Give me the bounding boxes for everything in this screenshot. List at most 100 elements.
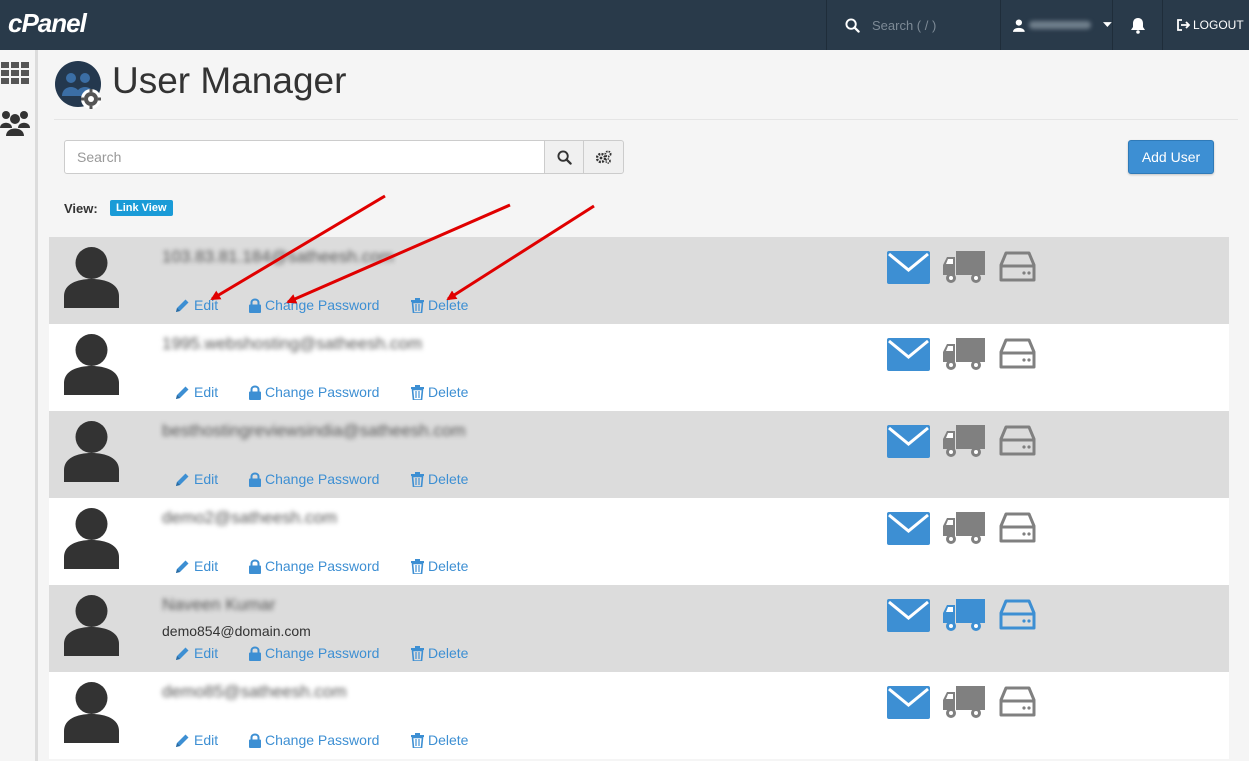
truck-icon <box>943 425 985 463</box>
email-service[interactable] <box>887 338 943 374</box>
user-search-input[interactable] <box>64 140 545 174</box>
ftp-service[interactable] <box>943 599 999 635</box>
edit-link[interactable]: Edit <box>175 471 249 487</box>
change-password-link[interactable]: Change Password <box>249 732 411 748</box>
trash-icon <box>411 384 424 400</box>
user-manager-icon <box>54 60 104 110</box>
logout-label: LOGOUT <box>1193 18 1244 32</box>
lock-icon <box>249 385 261 400</box>
email-service[interactable] <box>887 512 943 548</box>
trash-icon <box>411 558 424 574</box>
search-settings-button[interactable] <box>583 140 624 174</box>
user-actions: Edit Change Password Delete <box>175 384 468 400</box>
change-password-link[interactable]: Change Password <box>249 645 411 661</box>
lock-icon <box>249 559 261 574</box>
bell-icon <box>1130 17 1145 34</box>
delete-link[interactable]: Delete <box>411 384 468 400</box>
user-name: 103.83.81.184@satheesh.com <box>162 247 394 266</box>
web-disk-service[interactable] <box>999 338 1055 374</box>
truck-icon <box>943 338 985 376</box>
email-service[interactable] <box>887 686 943 722</box>
user-services <box>887 686 1055 722</box>
user-actions: Edit Change Password Delete <box>175 297 468 313</box>
caret-down-icon <box>1103 22 1112 27</box>
avatar <box>63 594 120 656</box>
user-services <box>887 251 1055 287</box>
user-name: Naveen Kumar <box>162 595 276 614</box>
drive-icon <box>999 251 1036 287</box>
global-search[interactable]: Search ( / ) <box>826 0 1000 50</box>
change-password-label: Change Password <box>265 645 380 661</box>
delete-link[interactable]: Delete <box>411 558 468 574</box>
edit-label: Edit <box>194 645 219 661</box>
user-row: besthostingreviewsindia@satheesh.com Edit… <box>49 411 1229 498</box>
cpanel-logo[interactable]: cPanel <box>8 8 87 39</box>
delete-link[interactable]: Delete <box>411 297 468 313</box>
ftp-service[interactable] <box>943 251 999 287</box>
edit-link[interactable]: Edit <box>175 297 249 313</box>
email-service[interactable] <box>887 251 943 287</box>
web-disk-service[interactable] <box>999 425 1055 461</box>
ftp-service[interactable] <box>943 686 999 722</box>
edit-link[interactable]: Edit <box>175 645 249 661</box>
change-password-label: Change Password <box>265 558 380 574</box>
web-disk-service[interactable] <box>999 599 1055 635</box>
search-button[interactable] <box>544 140 584 174</box>
user-name: demo85@satheesh.com <box>162 682 347 701</box>
username-redacted <box>1028 21 1092 29</box>
user-name: demo2@satheesh.com <box>162 508 338 527</box>
avatar <box>63 420 120 482</box>
pencil-icon <box>176 647 189 660</box>
delete-link[interactable]: Delete <box>411 471 468 487</box>
page-title: User Manager <box>112 60 347 101</box>
web-disk-service[interactable] <box>999 251 1055 287</box>
user-menu[interactable] <box>1000 0 1112 50</box>
user-name: 1995.webshosting@satheesh.com <box>162 334 423 353</box>
avatar <box>63 246 120 308</box>
change-password-label: Change Password <box>265 384 380 400</box>
change-password-label: Change Password <box>265 297 380 313</box>
delete-link[interactable]: Delete <box>411 732 468 748</box>
change-password-link[interactable]: Change Password <box>249 558 411 574</box>
edit-link[interactable]: Edit <box>175 384 249 400</box>
delete-link[interactable]: Delete <box>411 645 468 661</box>
change-password-link[interactable]: Change Password <box>249 471 411 487</box>
edit-label: Edit <box>194 471 219 487</box>
web-disk-service[interactable] <box>999 512 1055 548</box>
change-password-link[interactable]: Change Password <box>249 384 411 400</box>
user-name: besthostingreviewsindia@satheesh.com <box>162 421 466 440</box>
gears-icon <box>595 150 611 164</box>
user-services <box>887 338 1055 374</box>
user-actions: Edit Change Password Delete <box>175 732 468 748</box>
logout-icon <box>1177 19 1190 31</box>
left-sidebar <box>0 50 38 761</box>
envelope-icon <box>887 338 930 376</box>
sidebar-user-manager[interactable] <box>0 108 30 136</box>
avatar <box>63 681 120 743</box>
logout-button[interactable]: LOGOUT <box>1162 0 1249 50</box>
change-password-link[interactable]: Change Password <box>249 297 411 313</box>
edit-link[interactable]: Edit <box>175 558 249 574</box>
top-navbar: cPanel Search ( / ) LOGOUT <box>0 0 1249 50</box>
link-view-toggle[interactable]: Link View <box>110 200 173 216</box>
lock-icon <box>249 472 261 487</box>
user-email: demo854@domain.com <box>162 623 311 639</box>
delete-label: Delete <box>428 384 469 400</box>
email-service[interactable] <box>887 425 943 461</box>
delete-label: Delete <box>428 732 469 748</box>
email-service[interactable] <box>887 599 943 635</box>
notifications-button[interactable] <box>1112 0 1162 50</box>
trash-icon <box>411 732 424 748</box>
header-divider <box>54 119 1238 120</box>
edit-label: Edit <box>194 297 219 313</box>
ftp-service[interactable] <box>943 425 999 461</box>
web-disk-service[interactable] <box>999 686 1055 722</box>
user-services <box>887 599 1055 635</box>
lock-icon <box>249 298 261 313</box>
avatar <box>63 333 120 395</box>
sidebar-home[interactable] <box>0 62 30 84</box>
add-user-button[interactable]: Add User <box>1128 140 1214 174</box>
edit-link[interactable]: Edit <box>175 732 249 748</box>
ftp-service[interactable] <box>943 338 999 374</box>
ftp-service[interactable] <box>943 512 999 548</box>
